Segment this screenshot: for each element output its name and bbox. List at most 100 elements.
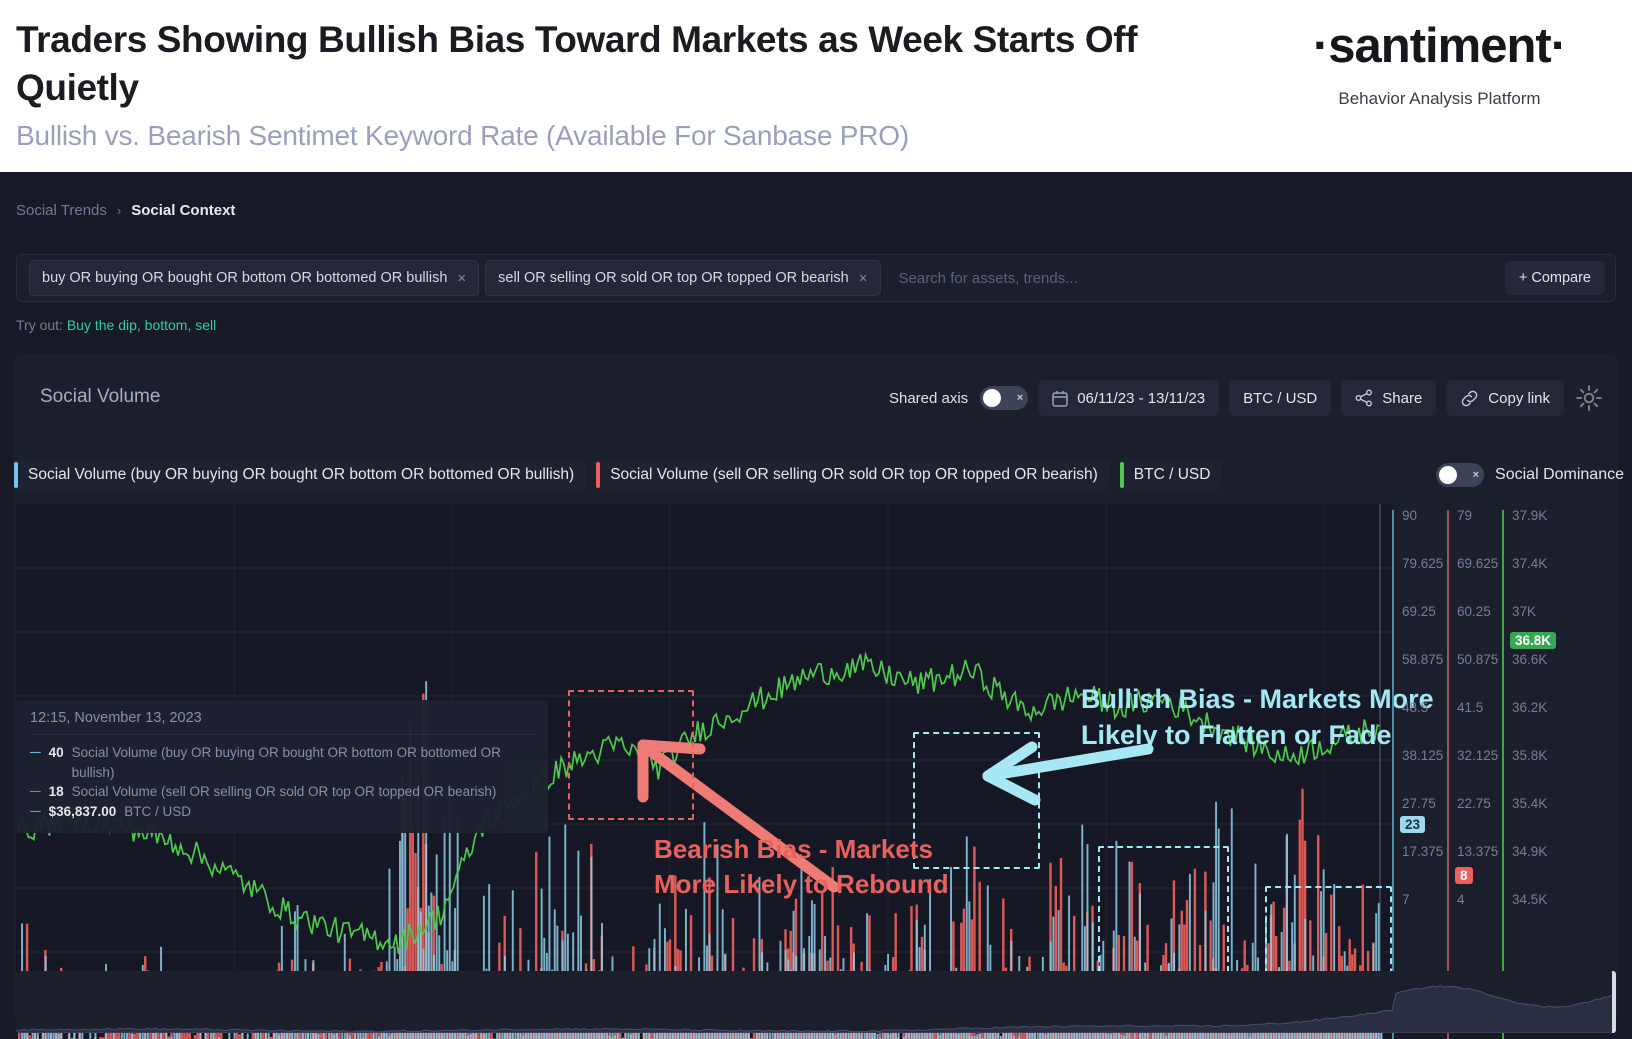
- legend-label: Social Volume (sell OR selling OR sold O…: [610, 466, 1098, 483]
- tooltip-row: ─ 18 Social Volume (sell OR selling OR s…: [30, 782, 534, 802]
- axis-tick: 17.375: [1402, 844, 1444, 859]
- calendar-icon: [1052, 390, 1068, 407]
- social-dominance-control: × Social Dominance: [1436, 458, 1624, 492]
- santiment-logo: ·santiment· Behavior Analysis Platform: [1267, 22, 1612, 109]
- brand-tagline: Behavior Analysis Platform: [1338, 89, 1541, 108]
- gear-icon[interactable]: [1574, 383, 1604, 413]
- axis-tick: 79.625: [1402, 556, 1444, 571]
- btc-price-badge: 36.8K: [1510, 632, 1557, 649]
- tooltip-value: $36,837.00: [48, 803, 117, 819]
- date-range-picker[interactable]: 06/11/23 - 13/11/23: [1038, 380, 1220, 416]
- axis-tick: 37K: [1512, 604, 1537, 619]
- tooltip-label: BTC / USD: [124, 803, 191, 819]
- axis-tick: 27.75: [1402, 796, 1436, 811]
- bearish-value-badge: 8: [1455, 867, 1473, 884]
- try-out-prefix: Try out:: [16, 317, 63, 333]
- card-title: Social Volume: [40, 386, 161, 407]
- navigator-handle-right[interactable]: [1612, 971, 1616, 1033]
- legend-label: BTC / USD: [1133, 466, 1211, 483]
- copy-link-button[interactable]: Copy link: [1446, 380, 1564, 416]
- axis-tick: 13.375: [1457, 844, 1499, 859]
- breadcrumb: Social Trends › Social Context: [16, 202, 235, 219]
- search-chip-bullish[interactable]: buy OR buying OR bought OR bottom OR bot…: [29, 260, 480, 296]
- share-icon: [1355, 389, 1373, 407]
- tooltip-timestamp: 12:15, November 13, 2023: [30, 710, 534, 735]
- axis-tick: 4: [1457, 892, 1465, 907]
- tooltip-row: ─ $36,837.00 BTC / USD: [30, 802, 534, 822]
- close-icon[interactable]: ×: [457, 271, 466, 286]
- social-dominance-label: Social Dominance: [1495, 466, 1624, 483]
- toggle-knob-icon: [1439, 466, 1458, 484]
- add-compare-button[interactable]: + Compare: [1504, 261, 1605, 295]
- card-toolbar: Shared axis × 06/11/23 - 13/11/23 BTC /: [889, 380, 1604, 416]
- series-dash-icon: ─: [30, 802, 41, 820]
- legend-label: Social Volume (buy OR buying OR bought O…: [28, 466, 575, 483]
- search-input[interactable]: Search for assets, trends...: [899, 270, 1505, 287]
- axis-tick: 32.125: [1457, 748, 1499, 763]
- search-bar[interactable]: buy OR buying OR bought OR bottom OR bot…: [16, 254, 1616, 302]
- search-chip-bearish-label: sell OR selling OR sold OR top OR topped…: [498, 270, 849, 286]
- series-dash-icon: ─: [30, 783, 41, 801]
- breadcrumb-parent[interactable]: Social Trends: [16, 202, 107, 219]
- chart-navigator[interactable]: [16, 971, 1616, 1033]
- axis-tick: 36.6K: [1512, 652, 1548, 667]
- bearish-spike-box: [568, 690, 694, 820]
- axis-tick: 50.875: [1457, 652, 1499, 667]
- legend-item-bearish-volume[interactable]: Social Volume (sell OR selling OR sold O…: [596, 459, 1110, 491]
- sanbase-app: Social Trends › Social Context buy OR bu…: [0, 172, 1632, 1039]
- bullish-box-2: [1098, 846, 1229, 982]
- axis-tick: 37.9K: [1512, 508, 1548, 523]
- bullish-value-badge: 23: [1400, 816, 1426, 833]
- search-chip-bearish[interactable]: sell OR selling OR sold OR top OR topped…: [485, 260, 881, 296]
- asset-selector[interactable]: BTC / USD: [1229, 380, 1332, 416]
- try-out-link[interactable]: Buy the dip, bottom, sell: [67, 317, 216, 333]
- share-label: Share: [1382, 389, 1423, 407]
- axis-tick: 37.4K: [1512, 556, 1548, 571]
- navigator-sparkline: [16, 985, 1616, 1033]
- copy-link-label: Copy link: [1488, 389, 1550, 407]
- toggle-off-icon: ×: [1472, 469, 1480, 481]
- axis-tick: 34.5K: [1512, 892, 1548, 907]
- shared-axis-toggle[interactable]: ×: [980, 386, 1029, 410]
- chart-plot-area[interactable]: Santiment: [0, 504, 1632, 1039]
- page-subtitle: Bullish vs. Bearish Sentimet Keyword Rat…: [16, 120, 909, 151]
- bullish-bias-annotation: Bullish Bias - Markets More Likely to Fl…: [1081, 684, 1434, 751]
- axis-tick: 69.625: [1457, 556, 1499, 571]
- toggle-knob-icon: [983, 389, 1002, 407]
- legend-item-bullish-volume[interactable]: Social Volume (buy OR buying OR bought O…: [14, 459, 587, 491]
- page-title: Traders Showing Bullish Bias Toward Mark…: [16, 19, 1138, 109]
- close-icon[interactable]: ×: [859, 271, 868, 286]
- axis-line: [1392, 510, 1394, 1039]
- asset-label: BTC / USD: [1243, 389, 1318, 407]
- axis-line: [1447, 510, 1449, 1039]
- chart-legend: Social Volume (buy OR buying OR bought O…: [14, 458, 1614, 492]
- axis-tick: 34.9K: [1512, 844, 1548, 859]
- shared-axis-label: Shared axis: [888, 389, 969, 407]
- axis-tick: 90: [1402, 508, 1418, 523]
- axis-tick: 79: [1457, 508, 1473, 523]
- legend-color-swatch: [14, 462, 18, 488]
- toggle-off-icon: ×: [1016, 392, 1024, 404]
- social-dominance-toggle[interactable]: ×: [1436, 463, 1485, 487]
- tooltip-label: Social Volume (sell OR selling OR sold O…: [71, 784, 497, 800]
- brand-name: ·santiment·: [1312, 19, 1567, 73]
- axis-tick: 38.125: [1402, 748, 1444, 763]
- legend-item-btc-usd[interactable]: BTC / USD: [1119, 459, 1223, 491]
- axis-tick: 60.25: [1457, 604, 1491, 619]
- axis-tick: 22.75: [1457, 796, 1491, 811]
- search-chip-bullish-label: buy OR buying OR bought OR bottom OR bot…: [42, 270, 448, 286]
- bearish-bias-annotation: Bearish Bias - Markets More Likely to Re…: [654, 834, 949, 899]
- axis-tick: 35.8K: [1512, 748, 1548, 763]
- axis-tick: 7: [1402, 892, 1410, 907]
- tooltip-label: Social Volume (buy OR buying OR bought O…: [71, 745, 501, 780]
- axis-tick: 41.5: [1457, 700, 1484, 715]
- axis-tick: 36.2K: [1512, 700, 1548, 715]
- share-button[interactable]: Share: [1341, 380, 1437, 416]
- date-range-label: 06/11/23 - 13/11/23: [1077, 389, 1206, 407]
- btc-price-axis: 37.9K 37.4K 37K 36.8K 36.6K 36.2K 35.8K …: [1502, 504, 1576, 1039]
- breadcrumb-current: Social Context: [131, 202, 236, 219]
- axis-tick: 58.875: [1402, 652, 1444, 667]
- chevron-right-icon: ›: [116, 203, 122, 218]
- axis-line: [1502, 510, 1504, 1039]
- chart-tooltip: 12:15, November 13, 2023 ─ 40 Social Vol…: [16, 700, 548, 834]
